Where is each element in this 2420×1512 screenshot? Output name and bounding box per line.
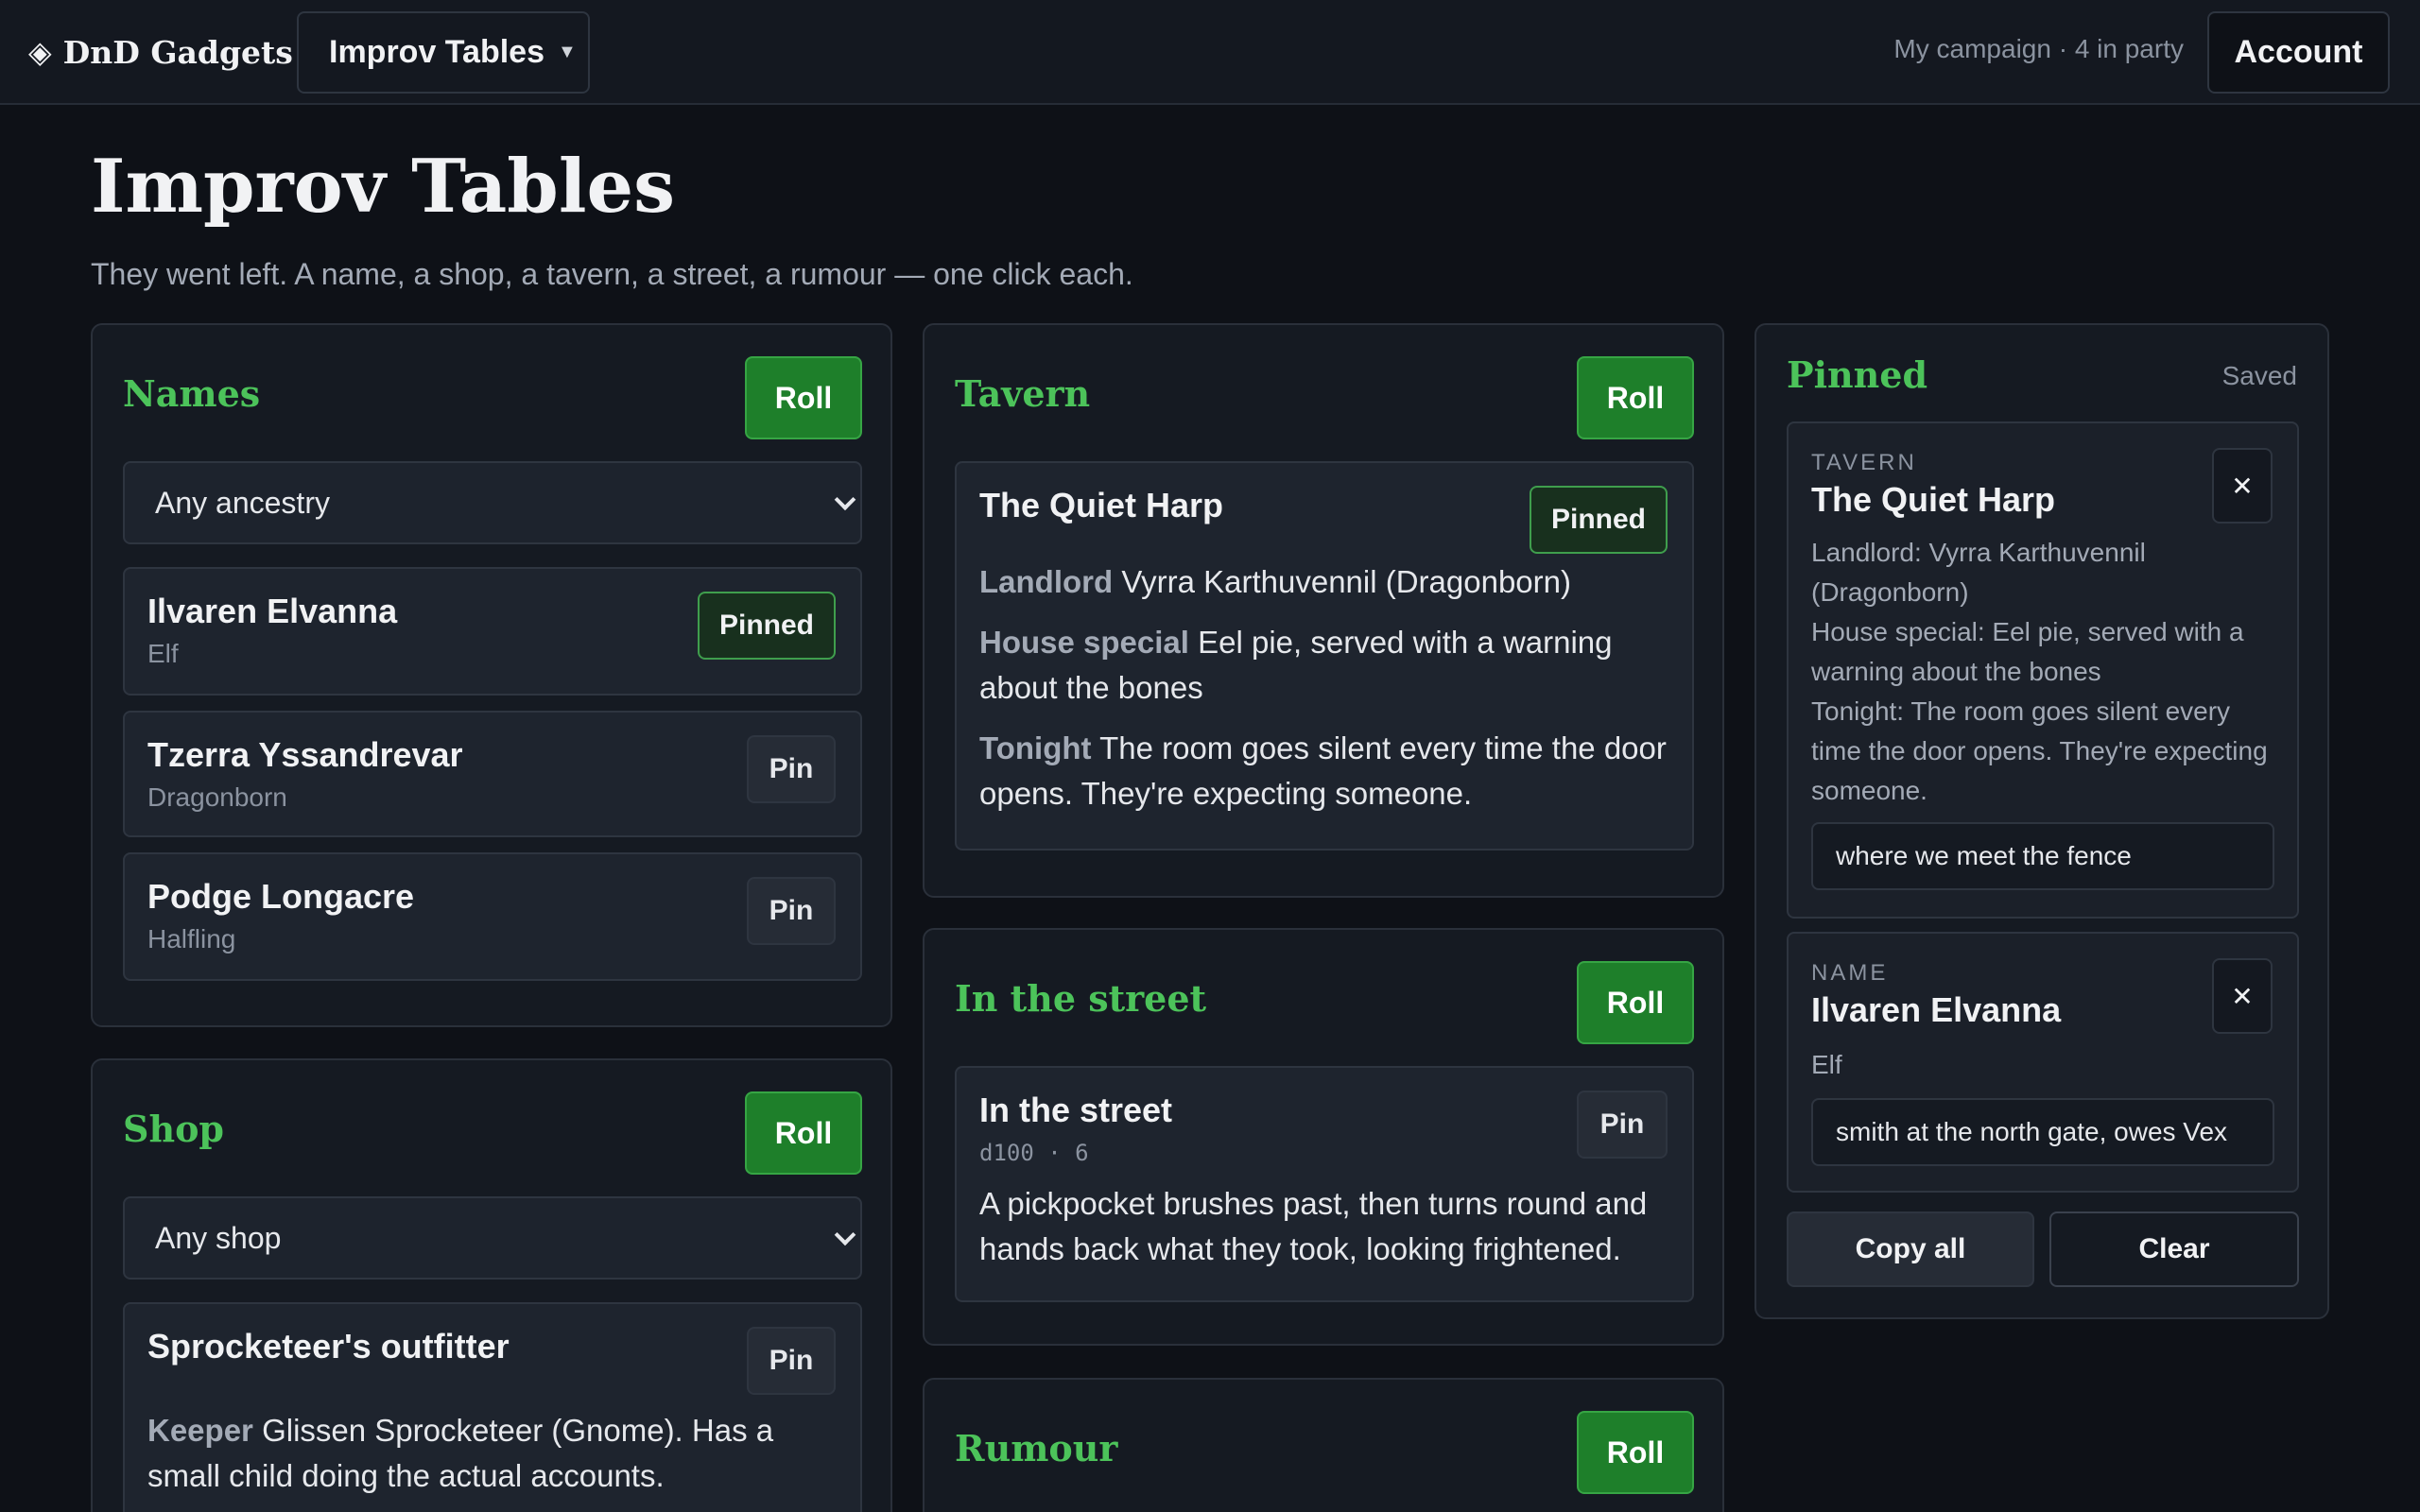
ancestry-select-value: Any ancestry xyxy=(155,485,330,520)
pinned-item-kind: TAVERN xyxy=(1811,450,1917,475)
names-title: Names xyxy=(123,372,261,415)
pinned-panel: Pinned Saved TAVERN The Quiet Harp ✕ Lan… xyxy=(1754,323,2329,1319)
name-result-ancestry: Halfling xyxy=(147,924,236,954)
tavern-landlord: Landlord Vyrra Karthuvennil (Dragonborn) xyxy=(979,559,1669,605)
name-result-name: Podge Longacre xyxy=(147,877,415,916)
name-result: Podge Longacre Halfling Pin xyxy=(123,852,862,981)
brand-name: DnD Gadgets xyxy=(62,33,293,71)
pin-button[interactable]: Pin xyxy=(747,1327,836,1395)
page-title: Improv Tables xyxy=(91,144,675,230)
tavern-roll-button[interactable]: Roll xyxy=(1577,356,1694,439)
shop-card: Shop Roll Any shop Sprocketeer's outfitt… xyxy=(91,1058,892,1512)
street-event-text: A pickpocket brushes past, then turns ro… xyxy=(979,1186,1648,1266)
tool-menu-button[interactable]: Improv Tables ▼ xyxy=(297,11,590,94)
tavern-title: Tavern xyxy=(955,372,1091,415)
pinned-item-kind: NAME xyxy=(1811,960,1889,986)
caret-down-icon: ▼ xyxy=(558,42,577,62)
pinned-button[interactable]: Pinned xyxy=(698,592,836,660)
names-roll-button[interactable]: Roll xyxy=(745,356,862,439)
chevron-down-icon xyxy=(834,489,856,511)
tool-menu-label: Improv Tables xyxy=(329,34,544,70)
tavern-special: House special Eel pie, served with a war… xyxy=(979,620,1669,711)
pinned-note-input[interactable] xyxy=(1811,1098,2274,1166)
pin-button[interactable]: Pin xyxy=(1577,1091,1668,1159)
close-icon[interactable]: ✕ xyxy=(2212,448,2273,524)
names-card: Names Roll Any ancestry Ilvaren Elvanna … xyxy=(91,323,892,1027)
rumour-card: Rumour Roll xyxy=(923,1378,1724,1512)
pin-button[interactable]: Pin xyxy=(747,877,836,945)
tavern-result-name: The Quiet Harp xyxy=(979,486,1224,524)
landlord-label: Landlord xyxy=(979,564,1114,599)
street-result: In the street d100 · 6 Pin A pickpocket … xyxy=(955,1066,1694,1302)
shop-select-value: Any shop xyxy=(155,1220,282,1255)
landlord-text: Vyrra Karthuvennil (Dragonborn) xyxy=(1121,564,1571,599)
special-label: House special xyxy=(979,625,1189,660)
shop-title: Shop xyxy=(123,1108,224,1150)
street-result-name: In the street xyxy=(979,1091,1173,1129)
keeper-label: Keeper xyxy=(147,1413,253,1448)
pinned-item: NAME Ilvaren Elvanna ✕ Elf xyxy=(1787,932,2299,1193)
rumour-title: Rumour xyxy=(955,1427,1118,1469)
name-result-name: Ilvaren Elvanna xyxy=(147,592,398,630)
name-result: Tzerra Yssandrevar Dragonborn Pin xyxy=(123,711,862,837)
pinned-note-input[interactable] xyxy=(1811,822,2274,890)
shop-select[interactable]: Any shop xyxy=(123,1196,862,1280)
pinned-button[interactable]: Pinned xyxy=(1530,486,1668,554)
top-bar: ◈ DnD Gadgets Improv Tables ▼ My campaig… xyxy=(0,0,2420,105)
pinned-item-details: Elf xyxy=(1811,1045,2274,1085)
name-result-ancestry: Elf xyxy=(147,639,179,668)
pinned-item-details: Landlord: Vyrra Karthuvennil (Dragonborn… xyxy=(1811,533,2274,811)
shop-roll-button[interactable]: Roll xyxy=(745,1091,862,1175)
tavern-tonight: Tonight The room goes silent every time … xyxy=(979,726,1669,816)
tavern-result: The Quiet Harp Pinned Landlord Vyrra Kar… xyxy=(955,461,1694,850)
ancestry-select[interactable]: Any ancestry xyxy=(123,461,862,544)
shop-keeper: Keeper Glissen Sprocketeer (Gnome). Has … xyxy=(147,1408,838,1499)
name-result: Ilvaren Elvanna Elf Pinned xyxy=(123,567,862,696)
page-subtitle: They went left. A name, a shop, a tavern… xyxy=(91,257,1133,291)
shop-result: Sprocketeer's outfitter Pin Keeper Gliss… xyxy=(123,1302,862,1512)
pinned-item-line: House special: Eel pie, served with a wa… xyxy=(1811,617,2244,686)
pinned-item-title: The Quiet Harp xyxy=(1811,480,2056,519)
street-title: In the street xyxy=(955,977,1207,1020)
campaign-status: My campaign · 4 in party xyxy=(1893,34,2184,63)
pinned-item-line: Elf xyxy=(1811,1050,1842,1079)
pinned-item-line: Landlord: Vyrra Karthuvennil (Dragonborn… xyxy=(1811,538,2146,607)
account-button[interactable]: Account xyxy=(2207,11,2390,94)
street-card: In the street Roll In the street d100 · … xyxy=(923,928,1724,1346)
street-roll-info: d100 · 6 xyxy=(979,1140,1089,1166)
name-result-name: Tzerra Yssandrevar xyxy=(147,735,463,774)
name-result-ancestry: Dragonborn xyxy=(147,782,287,812)
clear-button[interactable]: Clear xyxy=(2049,1211,2299,1287)
pinned-item-line: Tonight: The room goes silent every time… xyxy=(1811,696,2268,805)
copy-all-button[interactable]: Copy all xyxy=(1787,1211,2034,1287)
shop-result-name: Sprocketeer's outfitter xyxy=(147,1327,510,1366)
pinned-title: Pinned xyxy=(1787,353,1928,396)
tonight-label: Tonight xyxy=(979,730,1092,765)
diamond-icon: ◈ xyxy=(28,35,52,69)
brand[interactable]: ◈ DnD Gadgets xyxy=(28,28,293,76)
close-icon[interactable]: ✕ xyxy=(2212,958,2273,1034)
chevron-down-icon xyxy=(834,1224,856,1246)
pinned-item: TAVERN The Quiet Harp ✕ Landlord: Vyrra … xyxy=(1787,421,2299,919)
street-roll-button[interactable]: Roll xyxy=(1577,961,1694,1044)
pinned-item-title: Ilvaren Elvanna xyxy=(1811,990,2062,1029)
save-status: Saved xyxy=(2221,361,2297,390)
tavern-card: Tavern Roll The Quiet Harp Pinned Landlo… xyxy=(923,323,1724,898)
rumour-roll-button[interactable]: Roll xyxy=(1577,1411,1694,1494)
pin-button[interactable]: Pin xyxy=(747,735,836,803)
